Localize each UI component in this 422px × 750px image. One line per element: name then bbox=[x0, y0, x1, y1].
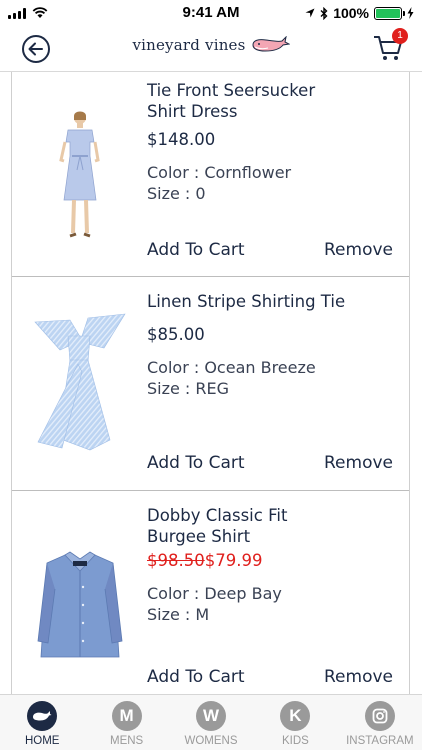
status-bar: 9:41 AM 100% bbox=[0, 0, 422, 26]
product-color: Color : Cornflower bbox=[147, 163, 292, 182]
product-actions: Add To Cart Remove bbox=[147, 667, 393, 687]
product-color: Color : Ocean Breeze bbox=[147, 358, 316, 377]
product-color: Color : Deep Bay bbox=[147, 584, 282, 603]
tab-mens[interactable]: M MENS bbox=[84, 695, 168, 750]
shirt-image bbox=[37, 551, 123, 657]
charging-icon bbox=[407, 7, 414, 19]
bluetooth-icon bbox=[320, 6, 328, 20]
product-name[interactable]: Dobby Classic Fit Burgee Shirt bbox=[147, 505, 395, 547]
location-icon bbox=[305, 8, 315, 18]
product-name-line1: Linen Stripe Shirting Tie bbox=[147, 292, 346, 311]
kids-icon: K bbox=[280, 701, 311, 731]
womens-icon: W bbox=[196, 701, 227, 731]
product-attributes: Color : Ocean Breeze Size : REG bbox=[147, 357, 395, 399]
product-name[interactable]: Tie Front Seersucker Shirt Dress bbox=[147, 80, 395, 122]
brand-logo[interactable]: vineyard vines bbox=[0, 36, 422, 54]
tab-kids[interactable]: K KIDS bbox=[253, 695, 337, 750]
product-name-line1: Dobby Classic Fit bbox=[147, 506, 288, 525]
whale-icon bbox=[27, 701, 58, 731]
product-image-shirt[interactable] bbox=[30, 531, 130, 681]
remove-button[interactable]: Remove bbox=[324, 240, 393, 260]
product-image-tie[interactable] bbox=[30, 307, 130, 457]
status-right: 100% bbox=[305, 5, 414, 21]
product-price: $148.00 bbox=[147, 130, 216, 149]
product-name-line2: Shirt Dress bbox=[147, 102, 238, 121]
product-attributes: Color : Cornflower Size : 0 bbox=[147, 162, 395, 204]
sale-price: $79.99 bbox=[204, 551, 263, 570]
product-item: Dobby Classic Fit Burgee Shirt $98.50$79… bbox=[12, 491, 409, 694]
original-price: $98.50 bbox=[147, 551, 205, 570]
product-item: Tie Front Seersucker Shirt Dress $148.00… bbox=[12, 72, 409, 277]
battery-cap bbox=[403, 10, 405, 16]
tab-label: HOME bbox=[24, 735, 60, 747]
app-header: vineyard vines 1 bbox=[0, 26, 422, 72]
product-size: Size : 0 bbox=[147, 184, 206, 203]
remove-button[interactable]: Remove bbox=[324, 667, 393, 687]
cart-button[interactable]: 1 bbox=[372, 28, 408, 64]
product-size: Size : REG bbox=[147, 379, 230, 398]
product-item: Linen Stripe Shirting Tie $85.00 Color :… bbox=[12, 277, 409, 491]
add-to-cart-button[interactable]: Add To Cart bbox=[147, 453, 245, 473]
brand-name: vineyard vines bbox=[132, 36, 246, 54]
product-price: $98.50$79.99 bbox=[147, 551, 395, 570]
remove-button[interactable]: Remove bbox=[324, 453, 393, 473]
product-info: Linen Stripe Shirting Tie $85.00 Color :… bbox=[147, 291, 395, 399]
whale-logo-icon bbox=[252, 36, 290, 52]
battery-percent: 100% bbox=[333, 5, 369, 21]
product-info: Dobby Classic Fit Burgee Shirt $98.50$79… bbox=[147, 505, 395, 625]
mens-icon: M bbox=[111, 701, 142, 731]
battery-icon bbox=[374, 6, 405, 20]
tab-womens[interactable]: W WOMENS bbox=[169, 695, 253, 750]
cart-count-badge: 1 bbox=[392, 28, 408, 44]
tab-home[interactable]: HOME bbox=[0, 695, 84, 750]
product-attributes: Color : Deep Bay Size : M bbox=[147, 583, 395, 625]
add-to-cart-button[interactable]: Add To Cart bbox=[147, 240, 245, 260]
product-actions: Add To Cart Remove bbox=[147, 453, 393, 473]
product-image-dress[interactable] bbox=[30, 100, 130, 250]
add-to-cart-button[interactable]: Add To Cart bbox=[147, 667, 245, 687]
tie-image bbox=[34, 313, 126, 451]
product-name[interactable]: Linen Stripe Shirting Tie bbox=[147, 291, 395, 312]
product-info: Tie Front Seersucker Shirt Dress $148.00… bbox=[147, 80, 395, 204]
tab-label: KIDS bbox=[282, 735, 309, 747]
product-actions: Add To Cart Remove bbox=[147, 240, 393, 260]
product-size: Size : M bbox=[147, 605, 210, 624]
product-name-line1: Tie Front Seersucker bbox=[147, 81, 316, 100]
battery-fill bbox=[376, 8, 400, 18]
product-name-line2: Burgee Shirt bbox=[147, 527, 251, 546]
tab-bar: HOME M MENS W WOMENS K KIDS INSTAGRAM bbox=[0, 694, 422, 750]
tab-label: MENS bbox=[109, 735, 144, 747]
product-price: $85.00 bbox=[147, 325, 205, 344]
tab-instagram[interactable]: INSTAGRAM bbox=[338, 695, 422, 750]
tab-label: INSTAGRAM bbox=[346, 735, 414, 747]
instagram-icon bbox=[364, 701, 395, 731]
dress-image bbox=[59, 111, 100, 237]
wishlist-list[interactable]: Tie Front Seersucker Shirt Dress $148.00… bbox=[11, 72, 410, 694]
tab-label: WOMENS bbox=[184, 735, 238, 747]
